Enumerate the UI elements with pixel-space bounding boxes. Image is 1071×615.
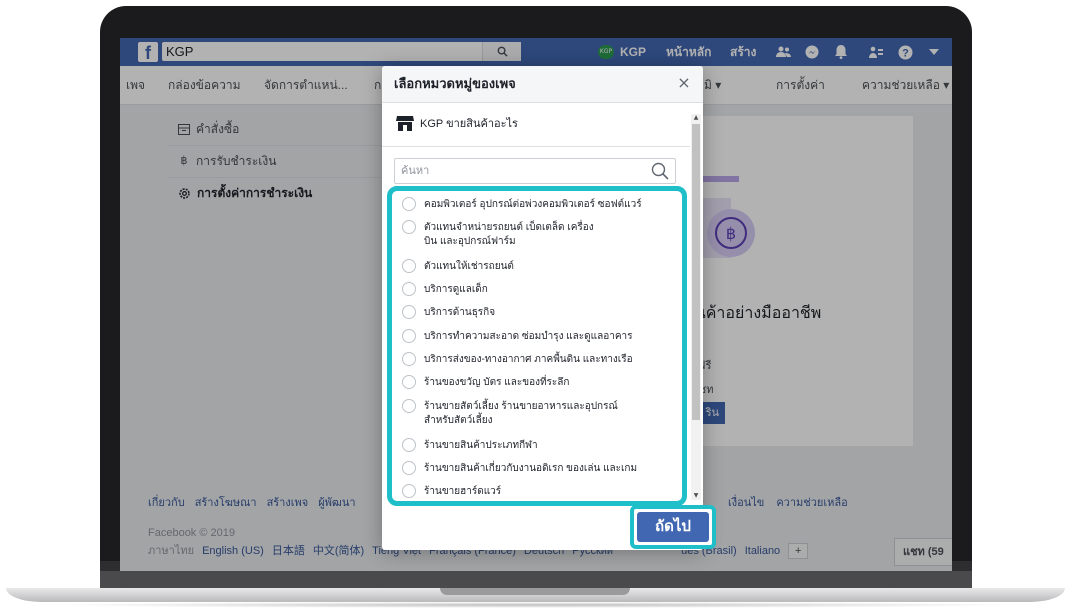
store-icon — [396, 116, 414, 131]
screen: f KGP KGP KGP หน้าหลัก สร้าง ? เพจ กล่อง… — [120, 38, 952, 571]
next-button[interactable]: ถัดไป — [637, 512, 709, 542]
store-question: KGP ขายสินค้าอะไร — [396, 112, 518, 134]
scroll-up-icon[interactable]: ▲ — [692, 114, 700, 122]
category-list-highlight — [387, 186, 687, 506]
scrollbar-thumb[interactable] — [692, 124, 700, 420]
next-button-highlight: ถัดไป — [630, 505, 716, 549]
scroll-down-icon[interactable]: ▼ — [692, 492, 700, 500]
close-icon[interactable]: × — [675, 74, 693, 92]
search-placeholder: ค้นหา — [401, 165, 430, 177]
search-icon — [651, 162, 669, 180]
dialog-header: เลือกหมวดหมู่ของเพจ × — [382, 66, 703, 103]
store-question-text: KGP ขายสินค้าอะไร — [420, 118, 518, 130]
laptop-base — [0, 582, 1071, 615]
category-search-input[interactable]: ค้นหา — [394, 158, 676, 184]
dialog-title: เลือกหมวดหมู่ของเพจ — [394, 76, 516, 91]
